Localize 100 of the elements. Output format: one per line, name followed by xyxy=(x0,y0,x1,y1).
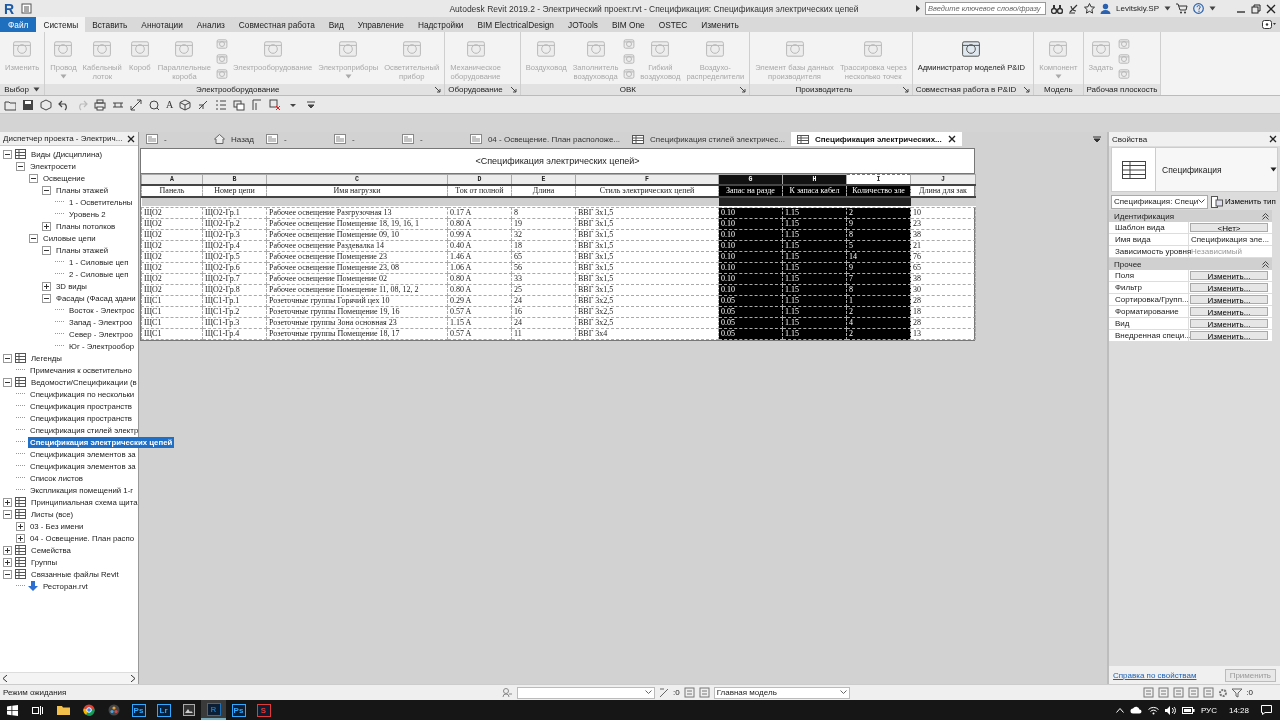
tab-list-icon[interactable] xyxy=(1093,135,1101,143)
text-tool[interactable]: A xyxy=(166,99,174,110)
collapse-icon[interactable] xyxy=(29,233,38,243)
worksets-icon[interactable] xyxy=(502,687,513,698)
cloud-icon[interactable] xyxy=(1129,706,1142,714)
column-header[interactable]: Длина для зак xyxy=(910,184,976,197)
property-button[interactable]: Изменить... xyxy=(1190,295,1268,304)
ribbon-tab[interactable]: OSTEC xyxy=(651,17,695,32)
caret-icon[interactable] xyxy=(1209,6,1216,11)
language-indicator[interactable]: РУС xyxy=(1200,705,1217,715)
undo-icon[interactable] xyxy=(58,98,70,111)
caret-icon[interactable] xyxy=(1164,6,1171,11)
expand-icon[interactable] xyxy=(3,497,12,507)
windows-icon[interactable] xyxy=(7,704,18,716)
collapse-icon[interactable] xyxy=(3,149,12,159)
close-icon[interactable] xyxy=(947,135,956,143)
collapse-icon[interactable] xyxy=(1262,260,1269,268)
photo-app-icon[interactable] xyxy=(182,704,195,716)
section-header[interactable]: Идентификация xyxy=(1109,210,1272,222)
section-header[interactable]: Прочее xyxy=(1109,258,1272,270)
close-icon[interactable] xyxy=(1269,135,1277,143)
ribbon-tab[interactable]: BIM ElectricalDesign xyxy=(470,17,561,32)
scrollbar[interactable] xyxy=(0,672,138,684)
property-button[interactable]: <Нет> xyxy=(1190,223,1268,232)
binoculars-icon[interactable] xyxy=(1051,3,1063,14)
type-dropdown[interactable]: Спецификация: Специ xyxy=(1111,194,1208,209)
arrow-icon[interactable] xyxy=(510,86,517,93)
document-icon[interactable] xyxy=(21,3,32,14)
view-tab[interactable]: - xyxy=(140,132,208,146)
arrow-icon[interactable] xyxy=(435,86,442,93)
close-views-icon[interactable] xyxy=(269,98,282,111)
property-value[interactable]: Спецификация эле... xyxy=(1189,234,1272,245)
edit-type-button[interactable]: Изменить тип xyxy=(1211,195,1276,208)
view-tab[interactable]: - xyxy=(259,132,328,146)
collapse-icon[interactable] xyxy=(3,569,12,579)
save-icon[interactable] xyxy=(22,98,34,111)
chevron-up-icon[interactable] xyxy=(1115,707,1124,713)
arrow-icon[interactable] xyxy=(902,86,909,93)
view-tab[interactable]: Спецификация стилей электричес... xyxy=(626,132,791,146)
print-icon[interactable] xyxy=(94,98,106,111)
taskbar-app[interactable]: Lr xyxy=(156,703,171,717)
expand-icon[interactable] xyxy=(16,533,25,543)
taskbar-app[interactable]: Ps xyxy=(131,703,146,717)
battery-icon[interactable] xyxy=(1181,706,1195,714)
folder-icon[interactable] xyxy=(57,705,70,715)
caret-icon[interactable] xyxy=(1270,167,1277,172)
property-button[interactable]: Изменить... xyxy=(1190,307,1268,316)
type-selector[interactable]: Спецификация xyxy=(1111,147,1278,192)
ribbon-tab[interactable]: Надстройки xyxy=(410,17,471,32)
caret-icon[interactable] xyxy=(32,87,40,92)
arrow-icon[interactable] xyxy=(740,86,747,93)
browser-icon[interactable] xyxy=(82,704,95,716)
ribbon-tab[interactable]: Вставить xyxy=(85,17,135,32)
wifi-icon[interactable] xyxy=(1147,705,1159,715)
close-icon[interactable] xyxy=(1266,3,1276,14)
dimension-icon[interactable] xyxy=(130,98,142,111)
user-icon[interactable] xyxy=(1100,3,1111,14)
collapse-icon[interactable] xyxy=(42,245,51,255)
ribbon-tab[interactable]: Анализ xyxy=(189,17,232,32)
column-header[interactable]: Запас на разде xyxy=(718,184,783,197)
property-button[interactable]: Изменить... xyxy=(1190,283,1268,292)
panel-options-icon[interactable] xyxy=(1262,20,1276,29)
ribbon-tab[interactable]: Совместная работа xyxy=(231,17,322,32)
ribbon-tab[interactable]: BIM One xyxy=(604,17,652,32)
expand-icon[interactable] xyxy=(42,221,51,231)
arrow-icon[interactable] xyxy=(1024,86,1031,93)
collapse-icon[interactable] xyxy=(29,173,38,183)
model-dropdown[interactable]: Главная модель xyxy=(713,686,850,699)
ribbon-tab[interactable]: Управление xyxy=(350,17,411,32)
ribbon-tab[interactable]: Изменить xyxy=(694,17,746,32)
task-view-icon[interactable] xyxy=(31,704,44,716)
expand-icon[interactable] xyxy=(3,557,12,567)
collapse-icon[interactable] xyxy=(42,185,51,195)
view-cube-icon[interactable] xyxy=(179,98,192,111)
restore-icon[interactable] xyxy=(1251,3,1261,14)
column-header[interactable]: Ток от полной xyxy=(447,184,512,197)
column-header[interactable]: Панель xyxy=(141,184,203,197)
taskbar-app[interactable]: S xyxy=(256,703,271,717)
app-logo[interactable]: R xyxy=(4,0,16,17)
selection-icon[interactable] xyxy=(659,687,669,698)
column-header[interactable]: Количество эле xyxy=(846,184,911,197)
view-tab[interactable]: - xyxy=(395,132,464,146)
collapse-icon[interactable] xyxy=(3,353,12,363)
column-header[interactable]: Имя нагрузки xyxy=(266,184,448,197)
view-tab[interactable]: 04 - Освещение. План расположе... xyxy=(463,132,627,146)
star-icon[interactable] xyxy=(1084,3,1095,14)
ribbon-tab[interactable]: Аннотации xyxy=(134,17,190,32)
close-icon[interactable] xyxy=(127,134,135,143)
property-button[interactable]: Изменить... xyxy=(1190,319,1268,328)
speaker-icon[interactable] xyxy=(1164,705,1176,715)
collapse-icon[interactable] xyxy=(42,293,51,303)
ribbon-tab[interactable]: Системы xyxy=(36,17,86,32)
taskbar-app[interactable]: Ps xyxy=(231,703,246,717)
help-icon[interactable] xyxy=(1193,3,1204,14)
column-header[interactable]: Стиль электрических цепей xyxy=(575,184,719,197)
help-link[interactable]: Справка по свойствам xyxy=(1113,670,1197,680)
cart-icon[interactable] xyxy=(1176,3,1188,14)
view-tab[interactable]: Спецификация электрических... xyxy=(790,132,962,146)
expand-icon[interactable] xyxy=(3,545,12,555)
column-header[interactable]: К запаса кабел xyxy=(782,184,847,197)
